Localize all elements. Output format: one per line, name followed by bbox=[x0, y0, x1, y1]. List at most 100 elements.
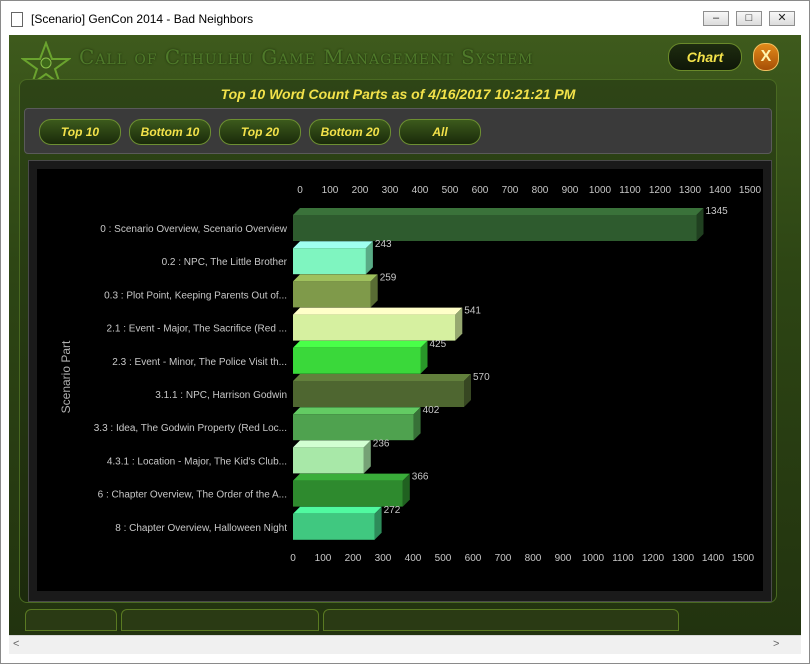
x-tick-label: 1100 bbox=[612, 553, 634, 564]
value-label: 243 bbox=[375, 239, 392, 250]
bottom-tab[interactable] bbox=[121, 609, 319, 631]
category-label: 2.1 : Event - Major, The Sacrifice (Red … bbox=[107, 324, 287, 335]
bottom-tab[interactable] bbox=[323, 609, 679, 631]
x-tick-label: 0 bbox=[290, 553, 296, 564]
bar-front-face bbox=[293, 215, 697, 241]
bar[interactable] bbox=[293, 506, 382, 540]
x-tick-label: 400 bbox=[412, 185, 429, 196]
category-label: 6 : Chapter Overview, The Order of the A… bbox=[98, 490, 287, 501]
bottom-10-button[interactable]: Bottom 10 bbox=[129, 119, 211, 145]
bar-top-face bbox=[293, 407, 421, 415]
bar-top-face bbox=[293, 241, 373, 249]
chart-frame: Scenario Part 0 100 200 300 400 500 600 700 800 9… bbox=[28, 160, 772, 602]
top-20-button[interactable]: Top 20 bbox=[219, 119, 301, 145]
x-tick-label: 500 bbox=[442, 185, 459, 196]
bar-top-face bbox=[293, 473, 410, 481]
bar-top-face bbox=[293, 208, 704, 215]
bar-front-face bbox=[293, 447, 364, 474]
bar-top-face bbox=[293, 440, 371, 448]
value-label: 402 bbox=[423, 405, 440, 416]
horizontal-scrollbar[interactable]: < > bbox=[9, 635, 801, 654]
x-tick-label: 1300 bbox=[672, 553, 695, 564]
category-label: 3.3 : Idea, The Godwin Property (Red Loc… bbox=[94, 423, 287, 434]
maximize-button[interactable]: □ bbox=[736, 11, 762, 26]
x-tick-label: 100 bbox=[315, 553, 332, 564]
x-tick-label: 400 bbox=[405, 553, 422, 564]
x-tick-label: 1000 bbox=[589, 185, 612, 196]
x-tick-label: 1400 bbox=[702, 553, 725, 564]
bar[interactable] bbox=[293, 208, 704, 241]
bar-top-face bbox=[293, 506, 382, 514]
category-label: 0.3 : Plot Point, Keeping Parents Out of… bbox=[104, 290, 287, 301]
filter-toolbar: Top 10 Bottom 10 Top 20 Bottom 20 All bbox=[24, 108, 772, 154]
bar-front-face bbox=[293, 480, 403, 507]
x-tick-label: 100 bbox=[322, 185, 339, 196]
bar[interactable] bbox=[293, 307, 463, 341]
x-tick-label: 1200 bbox=[649, 185, 672, 196]
app-title: Call of Cthulhu Game Management System bbox=[79, 45, 534, 69]
bar-front-face bbox=[293, 347, 421, 374]
value-label: 570 bbox=[473, 372, 490, 383]
bottom-20-button[interactable]: Bottom 20 bbox=[309, 119, 391, 145]
bar[interactable] bbox=[293, 440, 371, 474]
close-window-button[interactable]: ✕ bbox=[769, 11, 795, 26]
x-tick-label: 200 bbox=[345, 553, 362, 564]
category-label: 4.3.1 : Location - Major, The Kid's Club… bbox=[107, 456, 287, 467]
scroll-left-arrow-icon[interactable]: < bbox=[13, 638, 19, 650]
x-axis-top: 0 100 200 300 400 500 600 700 800 900 1000 1100 1200… bbox=[297, 185, 761, 196]
scroll-right-arrow-icon[interactable]: > bbox=[773, 638, 779, 650]
app-client-area: Call of Cthulhu Game Management System C… bbox=[9, 35, 801, 635]
bar[interactable] bbox=[293, 241, 373, 275]
bar[interactable] bbox=[293, 340, 428, 374]
x-tick-label: 1500 bbox=[739, 185, 762, 196]
x-tick-label: 600 bbox=[472, 185, 489, 196]
x-tick-label: 0 bbox=[297, 185, 303, 196]
x-tick-label: 500 bbox=[435, 553, 452, 564]
x-tick-label: 1000 bbox=[582, 553, 605, 564]
x-tick-label: 1500 bbox=[732, 553, 755, 564]
value-label: 425 bbox=[430, 339, 447, 350]
minimize-button[interactable]: – bbox=[703, 11, 729, 26]
chart-panel: Top 10 Word Count Parts as of 4/16/2017 … bbox=[19, 79, 777, 603]
category-label: 8 : Chapter Overview, Halloween Night bbox=[115, 523, 287, 534]
category-label: 0.2 : NPC, The Little Brother bbox=[162, 257, 288, 268]
all-button[interactable]: All bbox=[399, 119, 481, 145]
chart-button[interactable]: Chart bbox=[668, 43, 742, 71]
value-label: 259 bbox=[380, 272, 397, 283]
x-tick-label: 900 bbox=[555, 553, 572, 564]
category-label: 2.3 : Event - Minor, The Police Visit th… bbox=[112, 357, 287, 368]
chart-area: Scenario Part 0 100 200 300 400 500 600 700 800 9… bbox=[37, 169, 763, 591]
x-tick-label: 200 bbox=[352, 185, 369, 196]
bar-chart: Scenario Part 0 100 200 300 400 500 600 700 800 9… bbox=[59, 185, 762, 564]
x-tick-label: 1400 bbox=[709, 185, 732, 196]
x-axis-bottom: 0 100 200 300 400 500 600 700 800 900 1000 1100 1200… bbox=[290, 553, 754, 564]
title-bar: [Scenario] GenCon 2014 - Bad Neighbors –… bbox=[1, 1, 809, 35]
bottom-tabs bbox=[25, 609, 785, 631]
close-panel-button[interactable]: X bbox=[753, 43, 779, 71]
x-tick-label: 900 bbox=[562, 185, 579, 196]
x-tick-label: 800 bbox=[525, 553, 542, 564]
bar[interactable] bbox=[293, 374, 471, 407]
bars bbox=[293, 208, 704, 540]
document-icon bbox=[11, 12, 23, 27]
bar[interactable] bbox=[293, 407, 421, 441]
app-window: [Scenario] GenCon 2014 - Bad Neighbors –… bbox=[0, 0, 810, 664]
bar-top-face bbox=[293, 307, 463, 315]
top-10-button[interactable]: Top 10 bbox=[39, 119, 121, 145]
x-tick-label: 1100 bbox=[619, 185, 641, 196]
x-tick-label: 1300 bbox=[679, 185, 702, 196]
x-tick-label: 800 bbox=[532, 185, 549, 196]
bar-front-face bbox=[293, 281, 371, 308]
value-label: 541 bbox=[464, 306, 481, 317]
bar-top-face bbox=[293, 274, 378, 282]
bar[interactable] bbox=[293, 274, 378, 308]
bar-front-face bbox=[293, 414, 414, 441]
category-label: 3.1.1 : NPC, Harrison Godwin bbox=[155, 390, 287, 401]
value-label: 1345 bbox=[706, 206, 729, 217]
bar-top-face bbox=[293, 374, 471, 381]
x-tick-label: 300 bbox=[382, 185, 399, 196]
bar[interactable] bbox=[293, 473, 410, 507]
bottom-tab[interactable] bbox=[25, 609, 117, 631]
x-tick-label: 700 bbox=[495, 553, 512, 564]
category-label: 0 : Scenario Overview, Scenario Overview bbox=[100, 224, 288, 235]
